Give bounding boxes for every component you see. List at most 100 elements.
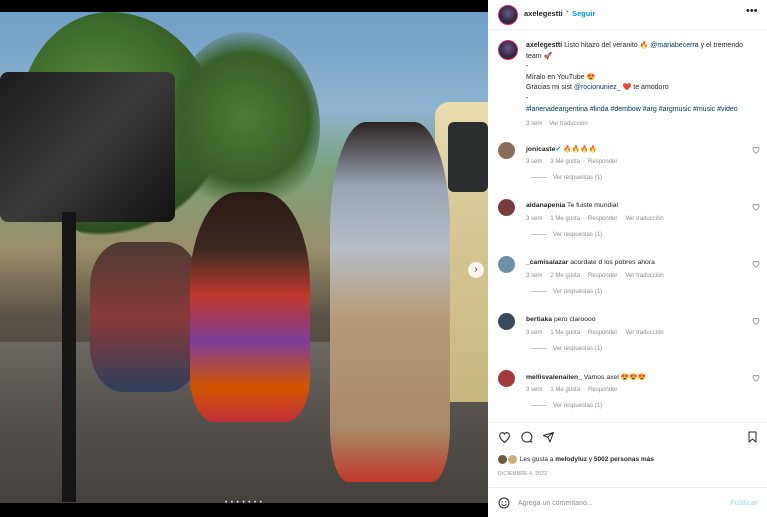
more-horizontal-icon[interactable]: •••	[746, 5, 758, 17]
comment-username[interactable]: _camisalazar	[526, 259, 568, 266]
header-separator: •	[566, 9, 569, 16]
view-replies-link[interactable]: Ver respuestas (1)	[531, 232, 602, 238]
caption-line: -	[526, 94, 529, 102]
comment-time[interactable]: 3 sem	[526, 216, 542, 222]
avatar[interactable]	[498, 5, 518, 25]
photo-van-window	[448, 122, 488, 192]
caption-username[interactable]: axelegestti	[526, 42, 562, 49]
caption-line: Gracias mi sist	[526, 84, 574, 92]
likes-user[interactable]: melodyluz	[555, 456, 587, 463]
comment-username[interactable]: aldanapenia	[526, 202, 565, 209]
comment-body: acordate d los pobres ahora	[568, 259, 655, 266]
caption-line: Listo hitazo del veranito 🔥	[562, 42, 651, 49]
post-date: DICIEMBRE 4, 2022	[498, 471, 548, 477]
see-translation-link[interactable]: Ver traducción	[625, 216, 663, 222]
reply-button[interactable]: Responder	[588, 216, 617, 222]
reply-button[interactable]: Responder	[588, 159, 617, 165]
caption-mention[interactable]: @rocionuniez_	[574, 84, 621, 91]
caption-hashtags[interactable]: #lanenadeargentina #linda #dembow #arg #…	[526, 106, 738, 113]
comment-meta: 3 sem 1 Me gusta Responder Ver traducción	[526, 330, 672, 336]
follow-button[interactable]: Seguir	[572, 9, 595, 18]
view-replies-link[interactable]: Ver respuestas (1)	[531, 346, 602, 352]
avatar[interactable]	[498, 313, 515, 330]
see-translation-link[interactable]: Ver traducción	[625, 273, 663, 279]
photo-crowd	[90, 242, 200, 392]
comment-username[interactable]: mellisvalenailen_	[526, 374, 582, 381]
comment-item: aldanapenia Te fuiste mundial 3 sem 1 Me g…	[488, 199, 767, 255]
heart-icon[interactable]	[752, 374, 760, 384]
comment-text: bertiaka pero claroooo	[526, 316, 741, 323]
carousel-dots: • • • • • • •	[225, 500, 263, 503]
caption-line: ❤️ te amodoro	[620, 84, 669, 92]
avatar[interactable]	[498, 256, 515, 273]
heart-icon[interactable]	[498, 431, 511, 446]
comment-item: jonicaste✔ 🔥🔥🔥🔥 3 sem 3 Me gusta Responder V…	[488, 142, 767, 198]
comment-text: jonicaste✔ 🔥🔥🔥🔥	[526, 145, 741, 153]
comment-likes[interactable]: 1 Me gusta	[550, 216, 580, 222]
avatar[interactable]	[498, 199, 515, 216]
photo-woman-dancer	[190, 192, 310, 422]
comment-body: 🔥🔥🔥🔥	[561, 146, 597, 153]
heart-icon[interactable]	[752, 317, 760, 327]
post-side-panel: axelegestti • Seguir ••• axelegestti Lis…	[488, 0, 767, 517]
see-translation-link[interactable]: Ver traducción	[625, 330, 663, 336]
caption-line: -	[526, 63, 529, 71]
likes-middle: y	[587, 456, 594, 464]
post-header: axelegestti • Seguir •••	[488, 0, 767, 30]
avatar[interactable]	[498, 40, 518, 60]
view-replies-link[interactable]: Ver respuestas (1)	[531, 403, 602, 409]
comment-likes[interactable]: 1 Me gusta	[550, 330, 580, 336]
comment-text: _camisalazar acordate d los pobres ahora	[526, 259, 741, 266]
comment-username[interactable]: bertiaka	[526, 316, 552, 323]
reply-button[interactable]: Responder	[588, 330, 617, 336]
comment-body: Vamos axel 😍😍😍	[581, 374, 647, 381]
likes-summary: Les gusta a melodyluz y 5002 personas má…	[498, 455, 654, 464]
comment-text: aldanapenia Te fuiste mundial	[526, 202, 741, 209]
photo-camera-rig	[62, 212, 76, 502]
avatar[interactable]	[498, 370, 515, 387]
comment-time[interactable]: 3 sem	[526, 159, 542, 165]
smiley-icon[interactable]	[498, 497, 510, 512]
comment-time[interactable]: 3 sem	[526, 273, 542, 279]
avatar[interactable]	[498, 142, 515, 159]
reply-button[interactable]: Responder	[588, 387, 617, 393]
comment-item: bertiaka pero claroooo 3 sem 1 Me gusta Res…	[488, 313, 767, 369]
heart-icon[interactable]	[752, 260, 760, 270]
comment-likes[interactable]: 3 Me gusta	[550, 159, 580, 165]
comment-body: Te fuiste mundial	[565, 202, 619, 209]
instagram-post-view: › • • • • • • • axelegestti • Seguir •••…	[0, 0, 767, 517]
photo-camera	[0, 72, 175, 222]
comment-item: mellisvalenailen_ Vamos axel 😍😍😍 3 sem 1 M…	[488, 370, 767, 426]
see-translation-link[interactable]: Ver traducción	[549, 121, 587, 127]
comment-icon[interactable]	[520, 431, 533, 446]
comment-item: _camisalazar acordate d los pobres ahora…	[488, 256, 767, 312]
likes-count[interactable]: 5002 personas más	[594, 456, 654, 463]
heart-icon[interactable]	[752, 146, 760, 156]
share-icon[interactable]	[542, 431, 555, 446]
caption-text: axelegestti Listo hitazo del veranito 🔥 …	[526, 41, 758, 130]
comment-text: mellisvalenailen_ Vamos axel 😍😍😍	[526, 373, 741, 381]
comment-username[interactable]: jonicaste	[526, 146, 555, 153]
likes-prefix: Les gusta a	[519, 456, 556, 464]
view-replies-link[interactable]: Ver respuestas (1)	[531, 289, 602, 295]
comment-body: pero claroooo	[552, 316, 596, 323]
heart-icon[interactable]	[752, 203, 760, 213]
caption-time[interactable]: 3 sem	[526, 121, 542, 127]
comment-likes[interactable]: 1 Me gusta	[550, 387, 580, 393]
comment-input[interactable]	[518, 496, 718, 510]
reply-button[interactable]: Responder	[588, 273, 617, 279]
avatar	[508, 455, 517, 464]
caption-meta: 3 sem Ver traducción	[526, 119, 758, 130]
post-photo[interactable]: › • • • • • • •	[0, 12, 488, 503]
comment-meta: 3 sem 1 Me gusta Responder	[526, 387, 633, 393]
comment-time[interactable]: 3 sem	[526, 387, 542, 393]
comment-likes[interactable]: 2 Me gusta	[550, 273, 580, 279]
comment-time[interactable]: 3 sem	[526, 330, 542, 336]
chevron-right-icon[interactable]: ›	[468, 262, 484, 278]
caption-mention[interactable]: @mariabecerra	[650, 42, 698, 49]
header-username[interactable]: axelegestti	[524, 9, 563, 18]
photo-man-dancer	[330, 122, 450, 482]
bookmark-icon[interactable]	[747, 431, 758, 446]
view-replies-link[interactable]: Ver respuestas (1)	[531, 175, 602, 181]
publish-button[interactable]: Publicar	[730, 500, 758, 507]
